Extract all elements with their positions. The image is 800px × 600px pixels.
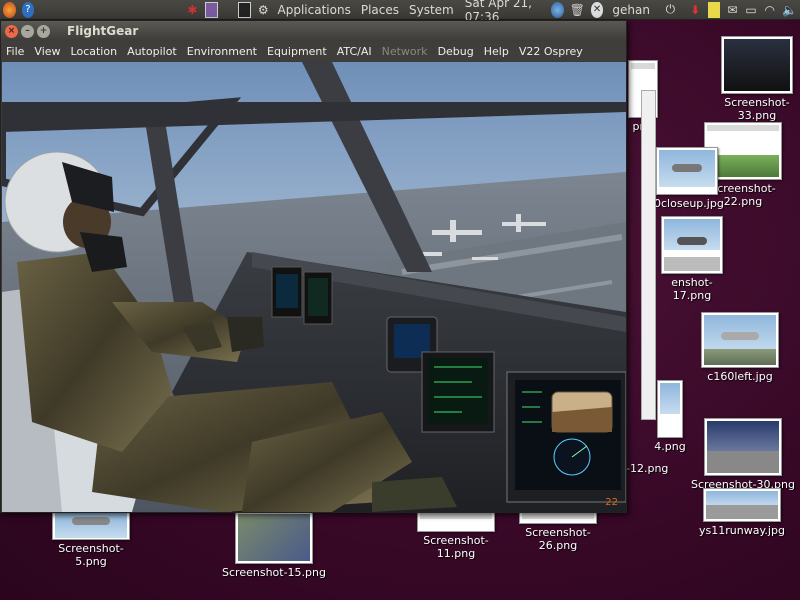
desktop-icon[interactable]: enshot-17.png bbox=[654, 216, 730, 302]
thumbnail bbox=[657, 380, 683, 438]
desktop-icon[interactable]: Screenshot-15.png bbox=[222, 510, 326, 579]
icon-label: Screenshot-11.png bbox=[423, 534, 489, 560]
icon-label: ys11runway.jpg bbox=[699, 524, 785, 537]
icon-label: Screenshot-26.png bbox=[525, 526, 591, 552]
thumbnail bbox=[701, 312, 779, 368]
thumbnail bbox=[52, 510, 130, 540]
desktop-icon[interactable]: Screenshot-26.png bbox=[508, 510, 608, 552]
icon-label: 4.png bbox=[654, 440, 686, 453]
menu-file[interactable]: File bbox=[1, 45, 29, 58]
help-icon[interactable]: ? bbox=[21, 1, 35, 18]
frame-rate-label: 22 bbox=[605, 497, 618, 508]
icon-label: c160left.jpg bbox=[707, 370, 773, 383]
desktop-icon[interactable]: Screenshot-11.png bbox=[406, 510, 506, 560]
menu-system[interactable]: System bbox=[409, 3, 454, 17]
menu-view[interactable]: View bbox=[29, 45, 65, 58]
settings-gear-icon[interactable]: ⚙ bbox=[257, 2, 270, 18]
minimize-icon[interactable]: – bbox=[21, 24, 34, 38]
thumbnail bbox=[661, 216, 723, 274]
menu-help[interactable]: Help bbox=[479, 45, 514, 58]
menu-atc-ai[interactable]: ATC/AI bbox=[332, 45, 377, 58]
close-icon[interactable]: × bbox=[5, 24, 18, 38]
thumbnail bbox=[235, 510, 313, 564]
icon-label: Screenshot-33.png bbox=[724, 96, 790, 122]
background-scrollbar[interactable] bbox=[641, 90, 656, 420]
notes-icon[interactable] bbox=[707, 1, 721, 18]
network-tools-icon[interactable]: ✱ bbox=[186, 2, 199, 18]
user-status-icon[interactable]: ✕ bbox=[590, 1, 604, 18]
cockpit-scene bbox=[2, 62, 626, 512]
menu-autopilot[interactable]: Autopilot bbox=[122, 45, 182, 58]
maximize-icon[interactable]: + bbox=[37, 24, 50, 38]
menu-equipment[interactable]: Equipment bbox=[262, 45, 332, 58]
desktop-icon[interactable]: Screenshot-33.png bbox=[714, 36, 800, 122]
flight-viewport[interactable]: 22 bbox=[2, 62, 626, 512]
thumbnail bbox=[656, 147, 718, 195]
user-name[interactable]: gehan bbox=[612, 3, 650, 17]
thumbnail bbox=[704, 418, 782, 476]
desktop-icon[interactable]: ys11runway.jpg bbox=[694, 488, 790, 537]
thumbnail bbox=[703, 488, 781, 522]
menubar: File View Location Autopilot Environment… bbox=[1, 41, 626, 61]
top-panel: ? ✱ ⚙ Applications Places System Sat Apr… bbox=[0, 0, 800, 24]
wifi-icon[interactable]: ◠ bbox=[763, 2, 776, 18]
display-icon[interactable]: ▭ bbox=[745, 2, 758, 18]
power-icon[interactable]: ⏻ bbox=[664, 2, 677, 18]
mfd-right bbox=[506, 371, 626, 503]
icon-label: enshot-17.png bbox=[671, 276, 713, 302]
volume-icon[interactable]: 🔈 bbox=[782, 2, 797, 18]
desktop-icon[interactable]: 0closeup.jpg bbox=[654, 147, 724, 210]
globe-icon[interactable] bbox=[550, 1, 564, 18]
desktop-icon[interactable]: Screenshot-30.png bbox=[690, 418, 796, 491]
firefox-icon[interactable] bbox=[3, 1, 16, 18]
menu-applications[interactable]: Applications bbox=[278, 3, 351, 17]
mail-icon[interactable]: ✉ bbox=[726, 2, 739, 18]
menu-v22-osprey[interactable]: V22 Osprey bbox=[514, 45, 588, 58]
window-titlebar[interactable]: × – + FlightGear bbox=[1, 21, 626, 41]
update-arrow-icon[interactable]: ⬇ bbox=[689, 2, 702, 18]
icon-label: Screenshot-15.png bbox=[222, 566, 326, 579]
window-title: FlightGear bbox=[67, 24, 139, 38]
mfd-left bbox=[271, 266, 333, 325]
menu-environment[interactable]: Environment bbox=[182, 45, 262, 58]
icon-label: -12.png bbox=[626, 462, 669, 475]
menu-network: Network bbox=[381, 44, 428, 58]
icon-label: Screenshot-5.png bbox=[58, 542, 124, 568]
menu-places[interactable]: Places bbox=[361, 3, 399, 17]
thumbnail bbox=[417, 510, 495, 532]
menu-debug[interactable]: Debug bbox=[433, 45, 479, 58]
menu-location[interactable]: Location bbox=[66, 45, 123, 58]
flightgear-window: × – + FlightGear File View Location Auto… bbox=[0, 20, 627, 513]
monitor-icon[interactable] bbox=[204, 1, 218, 18]
desktop-icon[interactable]: c160left.jpg bbox=[694, 312, 786, 383]
desktop-icon[interactable]: -12.png bbox=[626, 462, 669, 475]
terminal-icon[interactable] bbox=[237, 1, 251, 18]
desktop-icon[interactable]: Screenshot-5.png bbox=[44, 510, 138, 568]
trash-icon[interactable]: 🗑 bbox=[570, 2, 585, 18]
desktop-icon[interactable]: 4.png bbox=[652, 380, 688, 453]
icon-label: 0closeup.jpg bbox=[654, 197, 724, 210]
thumbnail bbox=[721, 36, 793, 94]
